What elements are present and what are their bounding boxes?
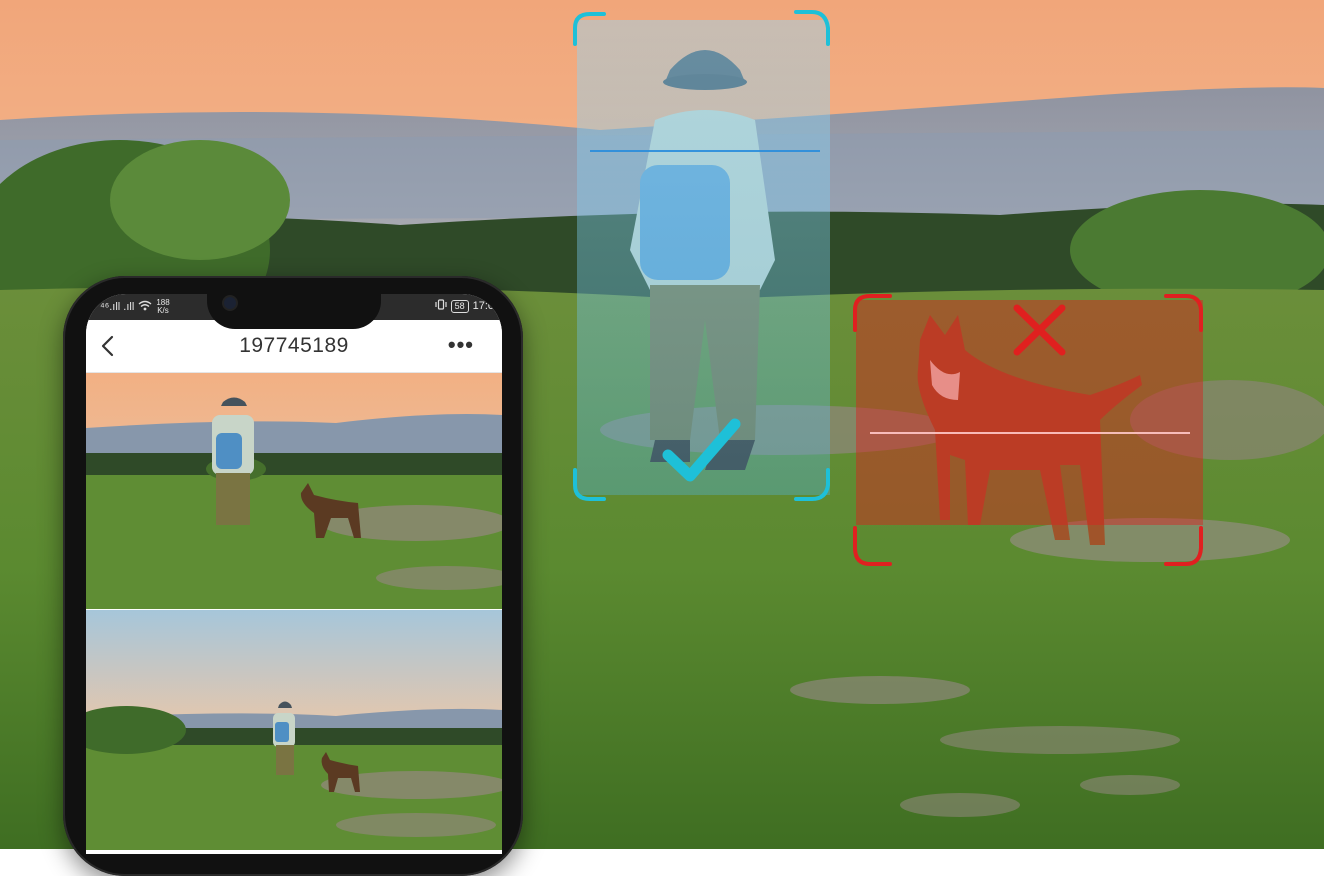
thumbnail-image-2 xyxy=(86,610,502,850)
signal-icon: ⁴⁶.ıll .ıll xyxy=(100,301,135,313)
wifi-icon xyxy=(138,300,152,314)
battery-indicator: 58 xyxy=(450,299,469,313)
recording-thumbnail-1[interactable] xyxy=(86,373,502,609)
front-camera xyxy=(224,297,236,309)
vibrate-icon xyxy=(434,299,447,313)
person-detection-frame xyxy=(573,10,830,501)
more-options-button[interactable]: ••• xyxy=(448,332,474,358)
phone-screen: ⁴⁶.ıll .ıll 188 K/s 58 17:0 197745189 ••… xyxy=(86,294,502,854)
status-left: ⁴⁶.ıll .ıll 188 K/s xyxy=(100,299,170,315)
status-right: 58 17:0 xyxy=(434,299,494,313)
checkmark-icon xyxy=(662,418,741,482)
network-speed-unit: K/s xyxy=(157,306,169,315)
cross-icon xyxy=(1013,304,1066,356)
thumbnail-image-1 xyxy=(86,373,502,609)
clock: 17:0 xyxy=(472,300,494,312)
device-id-title: 197745189 xyxy=(239,334,349,357)
recording-thumbnail-2[interactable] xyxy=(86,610,502,850)
dog-detection-frame xyxy=(853,294,1203,566)
network-speed: 188 K/s xyxy=(156,299,169,315)
